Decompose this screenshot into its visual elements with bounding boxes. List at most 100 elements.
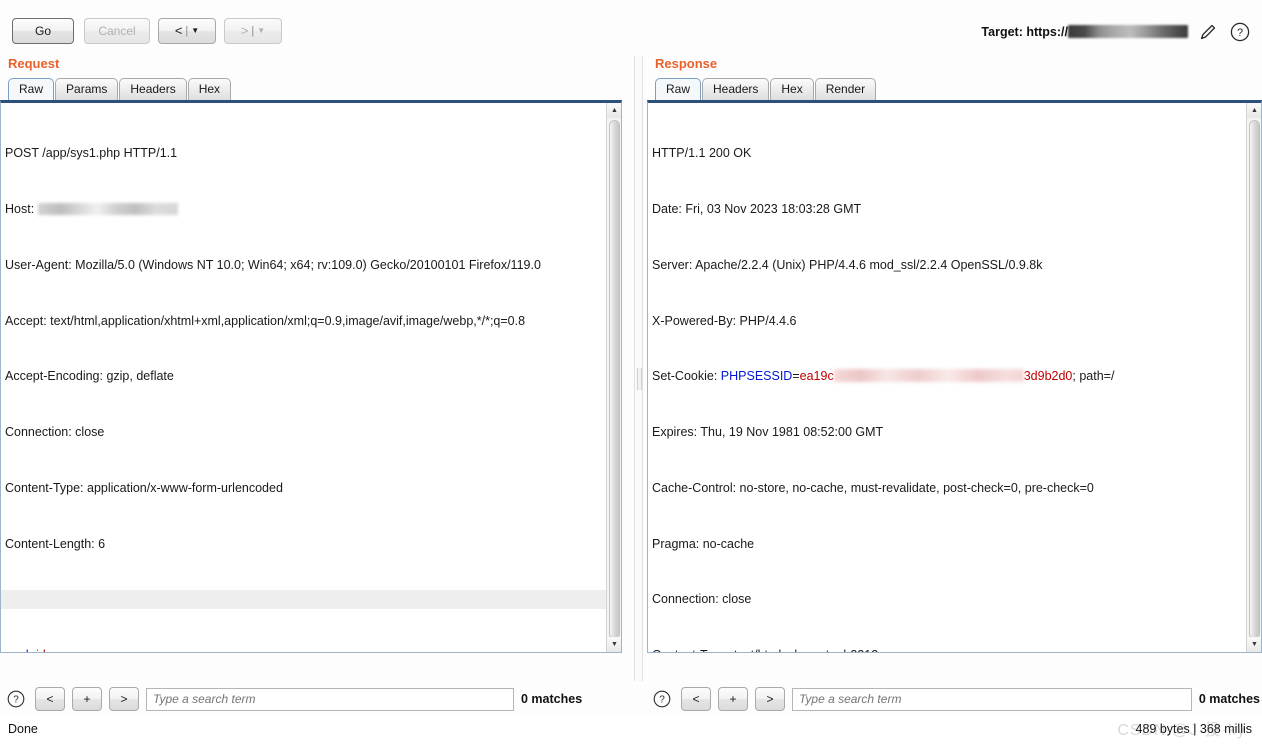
target-label: Target: https:// <box>981 25 1188 39</box>
tab-response-raw[interactable]: Raw <box>655 78 702 100</box>
separator-icon: | <box>185 25 189 37</box>
request-raw-text: POST /app/sys1.php HTTP/1.1 Host: User-A… <box>1 107 621 652</box>
response-search-match-count: 0 matches <box>1198 692 1260 706</box>
set-cookie-value-redaction <box>833 369 1024 383</box>
chevron-down-icon: ▼ <box>257 26 266 35</box>
forward-button-inner: > | ▼ <box>225 19 281 43</box>
tab-response-headers[interactable]: Headers <box>702 78 770 100</box>
separator-icon: | <box>251 25 255 37</box>
response-vertical-scrollbar[interactable]: ▲ ▼ <box>1246 103 1261 652</box>
response-header-content-type: Content-Type: text/html; charset=gb2312 <box>652 646 1243 652</box>
request-line-4: Accept-Encoding: gzip, deflate <box>5 369 174 384</box>
forward-history-button: > | ▼ <box>224 18 282 44</box>
scroll-down-arrow-icon[interactable]: ▼ <box>607 637 621 652</box>
response-header-expires: Expires: Thu, 19 Nov 1981 08:52:00 GMT <box>652 425 884 440</box>
svg-text:?: ? <box>659 695 665 706</box>
tab-request-params[interactable]: Params <box>55 78 119 100</box>
request-host-redaction <box>37 202 178 215</box>
response-scroll-thumb[interactable] <box>1249 120 1260 639</box>
response-panel: Response Raw Headers Hex Render HTTP/1.1… <box>645 56 1262 653</box>
request-panel: Request Raw Params Headers Hex POST /app… <box>0 56 634 653</box>
target-prefix-text: Target: https:// <box>981 25 1068 39</box>
request-body-separator <box>1 590 621 610</box>
request-line-5: Connection: close <box>5 425 105 440</box>
status-bar: Done 489 bytes | 368 millis <box>0 717 1262 745</box>
response-size-timing: 489 bytes | 368 millis <box>1135 722 1253 736</box>
response-status-line: HTTP/1.1 200 OK <box>652 146 752 161</box>
request-title: Request <box>8 56 60 71</box>
scroll-up-arrow-icon[interactable]: ▲ <box>607 103 621 118</box>
request-line-host: Host: <box>5 200 603 219</box>
request-search-prev-button[interactable]: < <box>35 687 65 711</box>
svg-text:?: ? <box>1237 27 1243 39</box>
request-scroll-thumb[interactable] <box>609 120 620 639</box>
response-header-date: Date: Fri, 03 Nov 2023 18:03:28 GMT <box>652 201 862 216</box>
scroll-down-arrow-icon[interactable]: ▼ <box>1247 637 1261 652</box>
request-search-input[interactable] <box>146 687 514 711</box>
tab-request-hex[interactable]: Hex <box>187 78 232 100</box>
response-header-powered-by: X-Powered-By: PHP/4.4.6 <box>652 313 797 328</box>
request-line-6: Content-Type: application/x-www-form-url… <box>5 480 283 495</box>
response-tab-bar: Raw Headers Hex Render <box>655 77 1262 100</box>
back-history-button[interactable]: < | ▼ <box>158 18 216 44</box>
left-arrow-icon: < <box>174 23 183 38</box>
cancel-button: Cancel <box>84 18 150 44</box>
request-search-bar: ? < + > 0 matches <box>4 684 630 714</box>
edit-pencil-icon[interactable] <box>1196 20 1220 44</box>
scroll-up-arrow-icon[interactable]: ▲ <box>1247 103 1261 118</box>
burp-repeater-window: Go Cancel < | ▼ > | ▼ Target: https:// ?… <box>0 0 1262 745</box>
request-line-2: User-Agent: Mozilla/5.0 (Windows NT 10.0… <box>5 257 541 272</box>
tab-request-raw[interactable]: Raw <box>8 78 55 100</box>
target-area: Target: https:// ? <box>981 18 1252 46</box>
request-search-help-icon[interactable]: ? <box>4 687 28 711</box>
request-param-name: cmd <box>5 648 29 652</box>
tab-request-headers[interactable]: Headers <box>119 78 187 100</box>
tab-response-hex[interactable]: Hex <box>770 78 814 100</box>
response-header-pragma: Pragma: no-cache <box>652 536 755 551</box>
response-search-input[interactable] <box>791 687 1192 711</box>
response-editor[interactable]: HTTP/1.1 200 OK Date: Fri, 03 Nov 2023 1… <box>647 100 1262 653</box>
back-button-inner: < | ▼ <box>159 19 215 43</box>
chevron-down-icon: ▼ <box>191 26 200 35</box>
response-header-connection: Connection: close <box>652 592 752 607</box>
request-editor[interactable]: POST /app/sys1.php HTTP/1.1 Host: User-A… <box>0 100 622 653</box>
splitter-grip[interactable] <box>637 368 642 390</box>
set-cookie-prefix: Set-Cookie: <box>652 369 721 384</box>
tab-response-render[interactable]: Render <box>814 78 877 100</box>
request-host-label: Host: <box>5 201 38 216</box>
set-cookie-name: PHPSESSID <box>720 369 793 384</box>
request-param-equals: = <box>29 648 36 652</box>
request-tab-bar: Raw Params Headers Hex <box>8 77 634 100</box>
response-search-prev-button[interactable]: < <box>681 687 711 711</box>
go-button[interactable]: Go <box>12 18 74 44</box>
svg-text:?: ? <box>13 695 19 706</box>
response-header-server: Server: Apache/2.2.4 (Unix) PHP/4.4.6 mo… <box>652 257 1043 272</box>
set-cookie-equals: = <box>792 369 800 384</box>
request-line-3: Accept: text/html,application/xhtml+xml,… <box>5 313 526 328</box>
set-cookie-value-start: ea19c <box>799 369 834 384</box>
response-header-set-cookie: Set-Cookie: PHPSESSID=ea19c 3d9b2d0; path… <box>652 367 1243 386</box>
set-cookie-suffix: ; path=/ <box>1072 369 1115 384</box>
request-param-value: id <box>36 648 46 652</box>
request-vertical-scrollbar[interactable]: ▲ ▼ <box>606 103 621 652</box>
response-title: Response <box>655 56 718 71</box>
status-message: Done <box>8 722 38 736</box>
request-body-line: cmd=id <box>5 646 603 652</box>
panel-splitter[interactable] <box>634 56 643 681</box>
set-cookie-value-end: 3d9b2d0 <box>1023 369 1073 384</box>
response-search-help-icon[interactable]: ? <box>650 687 674 711</box>
request-line-0: POST /app/sys1.php HTTP/1.1 <box>5 146 178 161</box>
response-search-next-button[interactable]: > <box>754 687 785 711</box>
top-toolbar: Go Cancel < | ▼ > | ▼ Target: https:// ? <box>0 0 1262 50</box>
response-search-bar: ? < + > 0 matches <box>650 684 1260 714</box>
response-header-cache-control: Cache-Control: no-store, no-cache, must-… <box>652 480 1094 495</box>
request-search-match-count: 0 matches <box>521 692 583 706</box>
right-arrow-icon: > <box>240 23 249 38</box>
request-search-next-button[interactable]: > <box>109 687 139 711</box>
request-search-add-button[interactable]: + <box>72 687 102 711</box>
request-line-7: Content-Length: 6 <box>5 536 106 551</box>
response-search-add-button[interactable]: + <box>717 687 748 711</box>
help-question-icon[interactable]: ? <box>1228 20 1252 44</box>
response-raw-text: HTTP/1.1 200 OK Date: Fri, 03 Nov 2023 1… <box>652 107 1243 652</box>
target-host-redaction <box>1068 25 1188 38</box>
